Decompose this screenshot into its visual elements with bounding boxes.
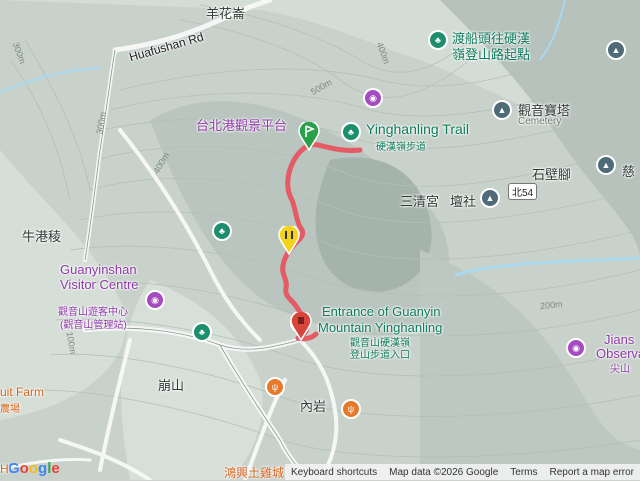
- place-tanshe: 壇社: [450, 194, 477, 209]
- map-data-text: Map data ©2026 Google: [389, 466, 499, 478]
- place-cemetery: Cemetery: [518, 116, 562, 127]
- camera-icon[interactable]: ◉: [566, 338, 586, 358]
- visitor-centre-en-2: Visitor Centre: [60, 277, 139, 292]
- entrance-zh-2: 登山步道入口: [350, 350, 410, 361]
- edge-label: H: [0, 462, 9, 476]
- pause-icon[interactable]: [278, 226, 300, 256]
- place-neiyan: 內岩: [300, 399, 327, 414]
- place-sanqinggong: 三清宮: [400, 194, 440, 209]
- terms-link[interactable]: Terms: [504, 467, 543, 478]
- place-ci: 慈: [622, 164, 636, 179]
- tree-icon[interactable]: ♣: [192, 322, 212, 342]
- place-bengshan: 崩山: [158, 378, 185, 393]
- fork-knife-icon[interactable]: ψ: [341, 399, 361, 419]
- entrance-en-1: Entrance of Guanyin: [322, 304, 441, 319]
- place-jians-2: Observa: [596, 346, 640, 361]
- temple-icon[interactable]: ▲: [606, 40, 626, 60]
- place-jians-1: Jians: [604, 332, 635, 347]
- place-jians-3: 尖山: [610, 364, 630, 375]
- map-pin-icon[interactable]: [290, 312, 312, 342]
- report-error-link[interactable]: Report a map error: [544, 467, 640, 478]
- visitor-centre-zh-2: (觀音山管理站): [60, 320, 127, 331]
- place-yinghanling-trail-zh: 硬漢嶺步道: [376, 142, 426, 153]
- map-attribution: Keyboard shortcuts Map data ©2026 Google…: [284, 464, 640, 480]
- temple-icon[interactable]: ▲: [596, 155, 616, 175]
- place-yanghuaqi: 羊花崙: [206, 6, 246, 21]
- camera-icon[interactable]: ◉: [363, 88, 383, 108]
- fork-knife-icon[interactable]: ψ: [265, 377, 285, 397]
- visitor-centre-en-1: Guanyinshan: [60, 262, 137, 277]
- flag-icon[interactable]: [298, 122, 320, 152]
- entrance-en-2: Mountain Yinghanling: [318, 320, 443, 335]
- place-fruit-farm-2: 農場: [0, 404, 20, 415]
- pagoda-icon[interactable]: ▲: [492, 100, 512, 120]
- tree-icon[interactable]: ♣: [212, 221, 232, 241]
- tree-icon[interactable]: ♣: [341, 122, 361, 142]
- google-logo[interactable]: Google: [8, 460, 60, 477]
- tree-icon[interactable]: ♣: [428, 30, 448, 50]
- route-sign-bei54: 北54: [508, 183, 538, 200]
- place-shibijiao: 石壁腳: [532, 167, 572, 182]
- place-chicken-restaurant: 鴻興土雞城: [224, 466, 285, 480]
- place-fruit-farm-1: uit Farm: [0, 385, 45, 399]
- place-taipei-port-deck: 台北港觀景平台: [196, 118, 288, 133]
- keyboard-shortcuts-link[interactable]: Keyboard shortcuts: [285, 467, 383, 478]
- temple-icon[interactable]: ▲: [480, 188, 500, 208]
- place-niugangling: 牛港稜: [22, 229, 62, 244]
- camera-icon[interactable]: ◉: [145, 290, 165, 310]
- place-yinghanling-trail-en: Yinghanling Trail: [366, 121, 469, 137]
- ferry-trail-label-2: 嶺登山路起點: [452, 47, 531, 62]
